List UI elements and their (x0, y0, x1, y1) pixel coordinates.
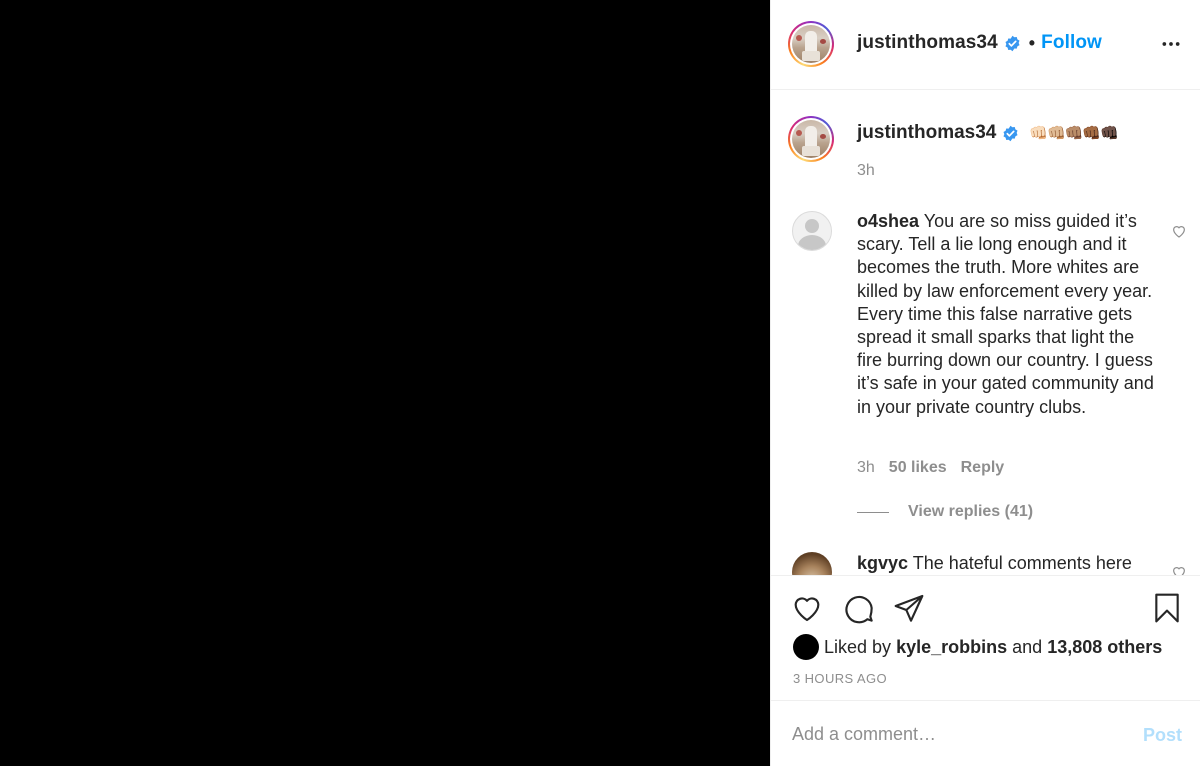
caption-time: 3h (857, 162, 875, 179)
comment-meta: 3h 50 likes Reply (857, 459, 1004, 477)
reply-button[interactable]: Reply (961, 459, 1005, 477)
post-side-panel: justinthomas34 • Follow justinthomas34 👊… (770, 0, 1200, 766)
add-comment-bar: Post (771, 700, 1200, 766)
liked-by-user[interactable]: kyle_robbins (896, 637, 1007, 658)
liked-by-count[interactable]: 13,808 others (1047, 637, 1162, 658)
comment-text: You are so miss guided it’s scary. Tell … (857, 211, 1154, 417)
add-comment-input[interactable] (792, 719, 1112, 749)
caption-username[interactable]: justinthomas34 (857, 122, 996, 144)
divider-line (857, 511, 889, 513)
liked-by-and: and (1012, 636, 1043, 657)
comment-like-heart-icon[interactable] (1171, 223, 1187, 239)
view-replies-button[interactable]: View replies (41) (857, 503, 1033, 521)
share-paper-plane-icon[interactable] (893, 592, 925, 624)
header-user-row: justinthomas34 • Follow (857, 32, 1102, 54)
comment-bubble-icon[interactable] (843, 592, 875, 624)
author-avatar[interactable] (788, 21, 834, 67)
caption-row: justinthomas34 👊🏻👊🏼👊🏽👊🏾👊🏿 (857, 122, 1119, 144)
comment-text-2: The hateful comments here (912, 553, 1132, 573)
verified-badge-icon (1003, 125, 1018, 141)
commenter-avatar[interactable] (792, 211, 832, 251)
liker-avatar[interactable] (793, 634, 819, 660)
caption-emoji: 👊🏻👊🏼👊🏽👊🏾👊🏿 (1029, 125, 1118, 142)
liked-by-prefix: Liked by (824, 636, 892, 657)
separator-dot: • (1028, 32, 1036, 53)
header-username[interactable]: justinthomas34 (857, 32, 998, 54)
comment-username[interactable]: o4shea (857, 211, 919, 231)
more-horizontal-icon[interactable] (1161, 34, 1181, 54)
comment-username-2[interactable]: kgvyc (857, 553, 908, 573)
comment-body: o4shea You are so miss guided it’s scary… (857, 210, 1157, 419)
comment-likes[interactable]: 50 likes (889, 459, 947, 477)
follow-button[interactable]: Follow (1041, 32, 1102, 54)
post-header: justinthomas34 • Follow (771, 0, 1200, 90)
comments-list[interactable]: justinthomas34 👊🏻👊🏼👊🏽👊🏾👊🏿 3h o4shea You … (771, 90, 1200, 575)
caption-author-avatar[interactable] (788, 116, 834, 162)
commenter-avatar-2[interactable] (792, 552, 832, 575)
bookmark-save-icon[interactable] (1151, 592, 1183, 624)
post-time-ago: 3 HOURS AGO (793, 671, 887, 686)
comment-body-2: kgvyc The hateful comments here (857, 553, 1132, 574)
comment-time: 3h (857, 459, 875, 476)
like-heart-icon[interactable] (791, 592, 823, 624)
verified-badge-icon (1005, 35, 1020, 51)
liked-by-row: Liked by kyle_robbins and 13,808 others (793, 634, 1162, 660)
post-actions: Liked by kyle_robbins and 13,808 others … (771, 575, 1200, 700)
post-comment-button[interactable]: Post (1143, 725, 1182, 746)
view-replies-label: View replies (41) (908, 503, 1034, 520)
comment-like-heart-icon-2[interactable] (1171, 564, 1187, 575)
post-media-area (0, 0, 770, 766)
